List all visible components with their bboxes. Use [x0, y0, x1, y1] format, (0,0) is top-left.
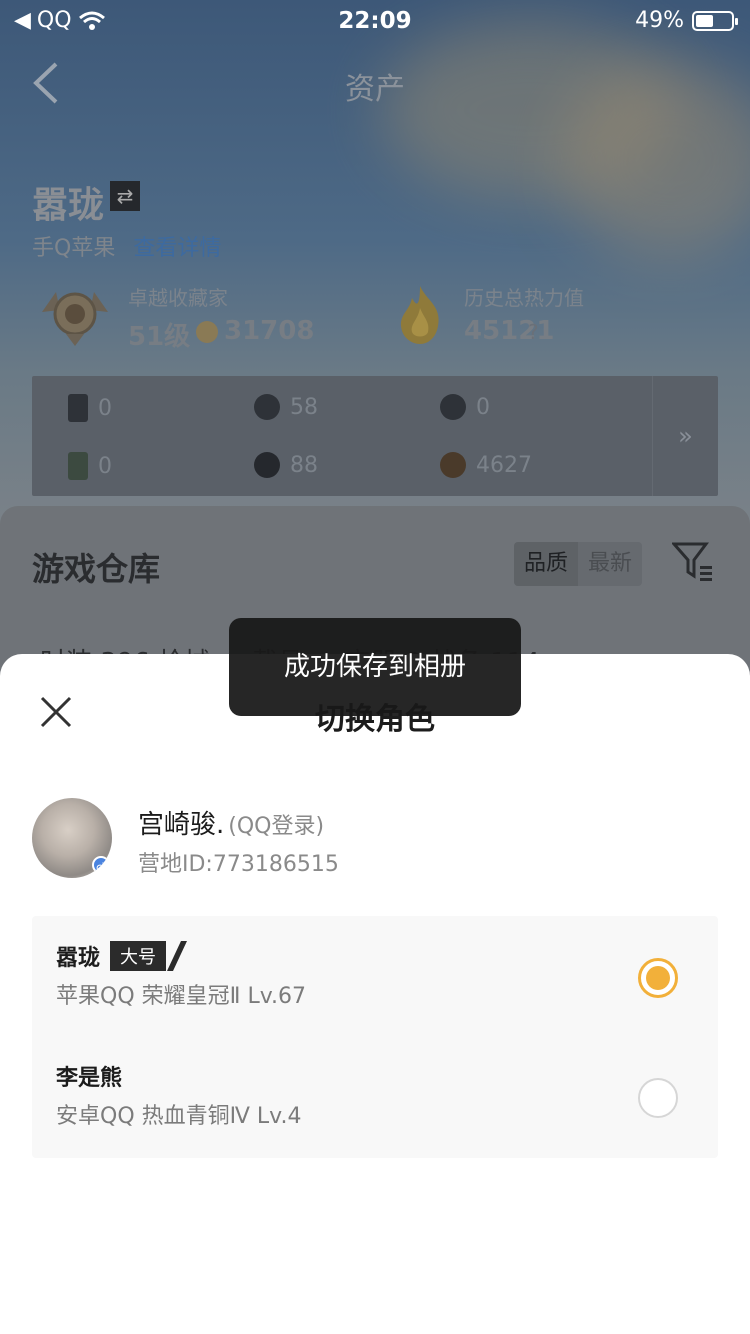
rank-emblem-icon — [42, 292, 108, 346]
filter-icon[interactable] — [672, 540, 714, 582]
green-card-icon — [68, 452, 88, 480]
flame-icon — [400, 286, 439, 344]
role-radio[interactable] — [638, 1078, 678, 1118]
bronze-coin-icon — [440, 452, 466, 478]
card-icon — [68, 394, 88, 422]
role-name: 李是熊 — [56, 1066, 123, 1091]
account-name: 宫崎骏. (QQ登录) — [138, 810, 325, 840]
detail-link[interactable]: 查看详情 — [133, 236, 221, 261]
resource-item: 58 — [254, 394, 318, 420]
role-name: 嚣珑 — [56, 946, 101, 971]
more-resources-button[interactable]: » — [652, 376, 718, 496]
collector-label: 卓越收藏家 — [128, 286, 228, 310]
heat-value: 45121 — [464, 316, 555, 346]
switch-role-icon[interactable]: ⇄ — [110, 181, 140, 211]
profile-platform: 手Q苹果 查看详情 — [32, 236, 222, 261]
dark-orb-icon — [254, 452, 280, 478]
main-account-badge: 大号 — [110, 941, 167, 971]
sort-toggle: 品质 最新 — [514, 542, 643, 586]
resource-panel: 0 58 0 0 88 4627 » — [32, 376, 718, 496]
heat-help-icon[interactable]: ? — [528, 320, 539, 344]
resource-item: 0 — [68, 394, 112, 422]
role-item[interactable]: 嚣珑 大号 苹果QQ 荣耀皇冠Ⅱ Lv.67 — [32, 916, 718, 1036]
avatar: ♂ — [32, 798, 112, 878]
male-gender-icon: ♂ — [92, 856, 110, 874]
warehouse-title: 游戏仓库 — [32, 550, 161, 588]
coin-icon — [196, 320, 218, 343]
resource-item: 88 — [254, 452, 318, 478]
role-radio-selected[interactable] — [638, 958, 678, 998]
heat-label: 历史总热力值 — [464, 286, 584, 310]
resource-item: 0 — [68, 452, 112, 480]
resource-item: 0 — [440, 394, 490, 420]
battery-icon — [692, 10, 738, 31]
camp-id: 营地ID:773186515 — [138, 852, 339, 877]
role-info: 安卓QQ 热血青铜Ⅳ Lv.4 — [56, 1104, 302, 1129]
role-list: 嚣珑 大号 苹果QQ 荣耀皇冠Ⅱ Lv.67 李是熊 安卓QQ 热血青铜Ⅳ Lv… — [32, 916, 718, 1158]
battery-percent: 49% — [635, 8, 684, 33]
profile-name: 嚣珑 — [32, 185, 105, 226]
coin-balance: 31708 — [196, 316, 314, 346]
status-bar: ◀ QQ 22:09 49% — [0, 0, 750, 40]
resource-item: 4627 — [440, 452, 532, 478]
switch-role-sheet: 切换角色 ♂ 宫崎骏. (QQ登录) 营地ID:773186515 嚣珑 大号 苹… — [0, 654, 750, 1334]
save-success-toast: 成功保存到相册 — [229, 618, 521, 716]
sort-newest-button[interactable]: 最新 — [578, 542, 643, 586]
collector-level: 51级 — [128, 322, 191, 352]
role-info: 苹果QQ 荣耀皇冠Ⅱ Lv.67 — [56, 984, 307, 1009]
page-title: 资产 — [345, 72, 405, 107]
login-type: (QQ登录) — [228, 814, 325, 839]
silver-coin-icon — [254, 394, 280, 420]
sort-quality-button[interactable]: 品质 — [514, 542, 579, 586]
account-info: ♂ 宫崎骏. (QQ登录) 营地ID:773186515 — [32, 798, 722, 878]
nav-bar: 资产 — [0, 50, 750, 116]
role-item[interactable]: 李是熊 安卓QQ 热血青铜Ⅳ Lv.4 — [32, 1036, 718, 1156]
gold-coin-icon — [440, 394, 466, 420]
